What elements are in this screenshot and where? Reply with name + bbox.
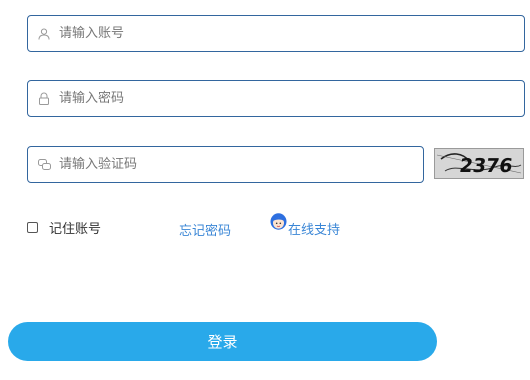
- password-field[interactable]: [27, 80, 525, 117]
- username-field[interactable]: [27, 15, 525, 52]
- remember-account[interactable]: 记住账号: [27, 218, 101, 237]
- captcha-field[interactable]: [27, 146, 424, 183]
- user-icon: [37, 27, 51, 41]
- remember-checkbox[interactable]: [27, 222, 38, 233]
- captcha-text: 2376: [458, 154, 514, 177]
- captcha-image[interactable]: 2376: [434, 148, 524, 179]
- lock-icon: [37, 92, 51, 106]
- support-avatar-icon: [270, 213, 287, 236]
- chat-bubbles-icon: [37, 158, 51, 172]
- remember-label: 记住账号: [49, 222, 102, 237]
- captcha-input[interactable]: [59, 147, 423, 182]
- password-input[interactable]: [59, 81, 524, 116]
- login-button[interactable]: 登录: [8, 322, 437, 361]
- online-support-link[interactable]: 在线支持: [288, 219, 340, 238]
- forgot-password-link[interactable]: 忘记密码: [179, 220, 231, 239]
- online-support[interactable]: 在线支持: [270, 213, 340, 238]
- username-input[interactable]: [59, 16, 524, 51]
